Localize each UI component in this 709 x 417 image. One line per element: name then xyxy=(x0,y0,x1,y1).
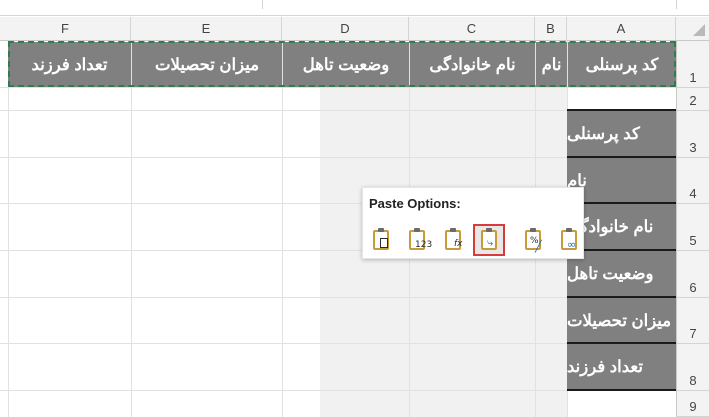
paste-icon[interactable] xyxy=(367,226,395,254)
cell-f1[interactable]: تعداد فرزند xyxy=(8,42,131,87)
paste-options-menu: Paste Options: 123 fx ⤷ % ╱ ∞ xyxy=(362,187,584,259)
paste-formatting-icon[interactable]: % ╱ xyxy=(519,226,547,254)
row-header-5[interactable]: 5 xyxy=(676,204,709,251)
cell-a1[interactable]: کد پرسنلی xyxy=(568,42,676,87)
row-header-1[interactable]: 1 xyxy=(676,41,709,88)
row-header-8[interactable]: 8 xyxy=(676,344,709,391)
cell-c1[interactable]: نام خانوادگی xyxy=(410,42,535,87)
row-header-2[interactable]: 2 xyxy=(676,88,709,111)
row-header-7[interactable]: 7 xyxy=(676,298,709,344)
row-header-4[interactable]: 4 xyxy=(676,158,709,204)
paste-link-icon[interactable]: ∞ xyxy=(555,226,583,254)
cell-d1[interactable]: وضعیت تاهل xyxy=(283,42,409,87)
column-header-b[interactable]: B xyxy=(535,17,567,41)
cell-a8[interactable]: تعداد فرزند xyxy=(567,344,676,390)
select-all-corner[interactable] xyxy=(676,17,709,41)
paste-options-title: Paste Options: xyxy=(369,196,461,211)
column-header-c[interactable]: C xyxy=(409,17,535,41)
column-header-f[interactable]: F xyxy=(0,17,131,41)
column-header-d[interactable]: D xyxy=(282,17,409,41)
formula-bar-divider xyxy=(262,0,263,9)
row-header-3[interactable]: 3 xyxy=(676,111,709,158)
row-header-9[interactable]: 9 xyxy=(676,391,709,417)
cell-e1[interactable]: میزان تحصیلات xyxy=(132,42,282,87)
cell-a7[interactable]: میزان تحصیلات xyxy=(567,298,676,343)
cell-b1[interactable]: نام xyxy=(536,42,567,87)
column-header-e[interactable]: E xyxy=(131,17,282,41)
column-header-a[interactable]: A xyxy=(567,17,676,41)
cell-a3[interactable]: کد پرسنلی xyxy=(567,111,676,157)
paste-values-icon[interactable]: 123 xyxy=(403,226,432,254)
formula-bar-strip xyxy=(0,0,709,16)
paste-formulas-icon[interactable]: fx xyxy=(439,226,467,254)
formula-bar-divider xyxy=(676,0,677,9)
row-header-6[interactable]: 6 xyxy=(676,251,709,298)
paste-transpose-icon[interactable]: ⤷ xyxy=(473,224,505,256)
cell-border xyxy=(567,389,676,391)
